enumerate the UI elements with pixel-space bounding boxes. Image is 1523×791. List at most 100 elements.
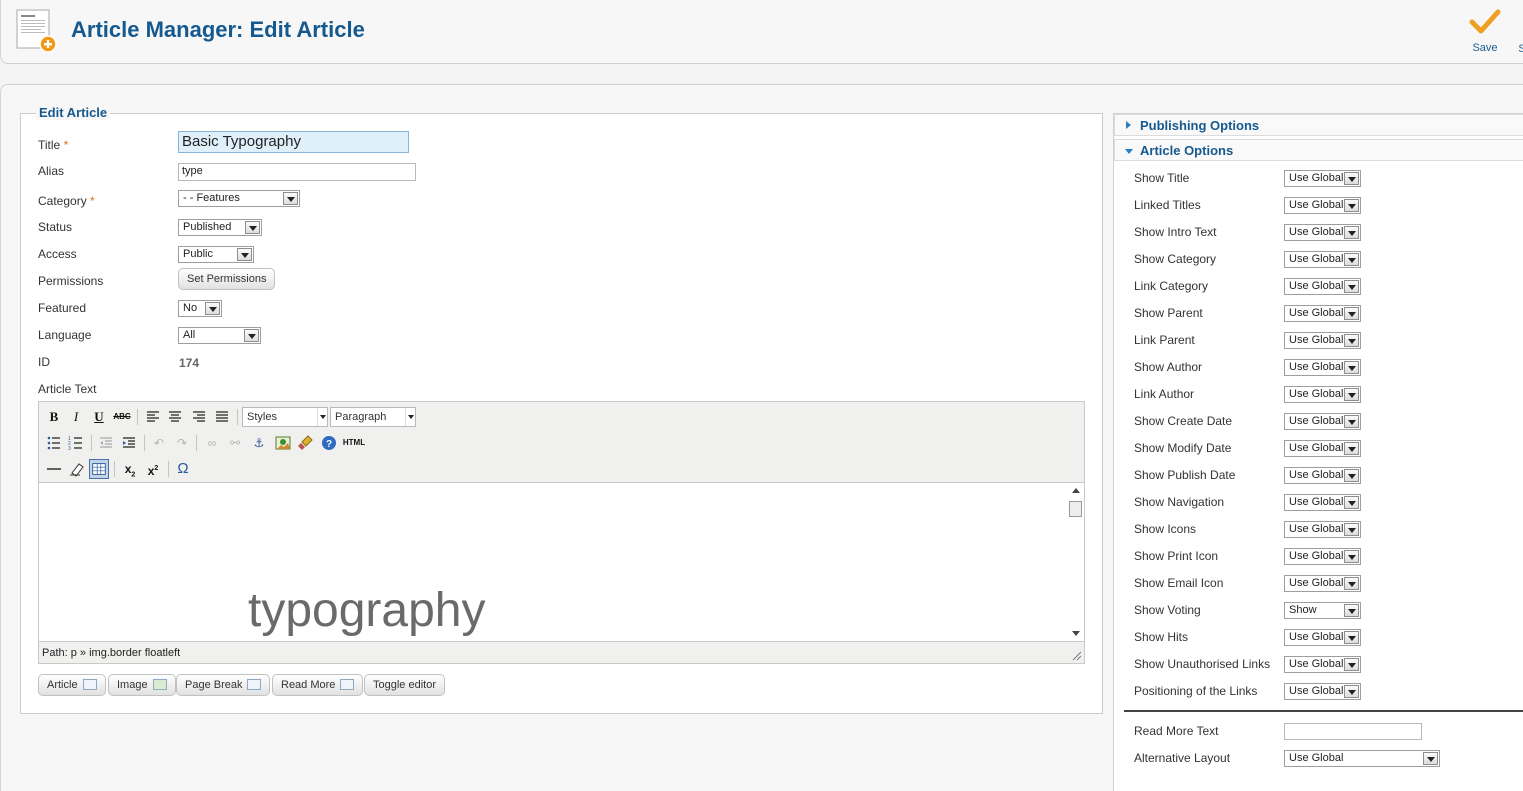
resize-handle-icon[interactable] [1072, 651, 1082, 661]
option-select[interactable]: Use Global [1284, 575, 1361, 592]
align-justify-icon[interactable] [212, 407, 232, 427]
insert-article-button[interactable]: Article [38, 674, 106, 696]
chevron-down-icon [205, 302, 220, 315]
chevron-down-icon [1344, 685, 1359, 698]
editor-content-area[interactable]: typography [39, 482, 1084, 642]
fieldset-legend: Edit Article [36, 105, 111, 120]
chevron-down-icon [1344, 226, 1359, 239]
set-permissions-button[interactable]: Set Permissions [178, 268, 275, 290]
read-more-button[interactable]: Read More [272, 674, 364, 696]
title-label: Title * [38, 138, 69, 152]
italic-button[interactable]: I [66, 407, 86, 427]
insert-image-icon[interactable] [273, 433, 293, 453]
option-label: Show Parent [1134, 306, 1203, 320]
undo-icon[interactable]: ↶ [149, 433, 169, 453]
id-value: 174 [179, 356, 200, 370]
underline-button[interactable]: U [89, 407, 109, 427]
cleanup-icon[interactable] [296, 433, 316, 453]
bold-button[interactable]: B [44, 407, 64, 427]
save-button[interactable]: Save [1467, 8, 1503, 54]
html-source-button[interactable]: HTML [342, 433, 366, 453]
anchor-icon[interactable]: ⚓ [249, 433, 269, 453]
unlink-icon[interactable]: ⚯ [225, 433, 245, 453]
help-icon[interactable]: ? [319, 433, 339, 453]
horizontal-rule-icon[interactable] [44, 459, 64, 479]
table-icon[interactable] [89, 459, 109, 479]
option-label: Show Publish Date [1134, 468, 1236, 482]
indent-icon[interactable] [119, 433, 139, 453]
option-select[interactable]: Use Global [1284, 197, 1361, 214]
option-select[interactable]: Use Global [1284, 305, 1361, 322]
option-label: Show Category [1134, 252, 1217, 266]
remove-format-icon[interactable] [66, 459, 86, 479]
special-character-icon[interactable]: Ω [173, 459, 193, 479]
scroll-thumb[interactable] [1069, 501, 1082, 517]
chevron-down-icon [1344, 253, 1359, 266]
scroll-up-icon[interactable] [1072, 488, 1080, 493]
subscript-icon[interactable]: x2 [120, 459, 140, 479]
bullet-list-icon[interactable] [44, 433, 64, 453]
insert-image-button[interactable]: Image [108, 674, 176, 696]
option-select[interactable]: Use Global [1284, 494, 1361, 511]
option-label: Link Author [1134, 387, 1195, 401]
option-select[interactable]: Use Global [1284, 413, 1361, 430]
article-options-header[interactable]: Article Options [1114, 139, 1523, 161]
align-right-icon[interactable] [189, 407, 209, 427]
option-select[interactable]: Use Global [1284, 251, 1361, 268]
superscript-icon[interactable]: x2 [143, 459, 163, 479]
option-select[interactable]: Use Global [1284, 359, 1361, 376]
status-select[interactable]: Published [178, 219, 262, 236]
option-select[interactable]: Use Global [1284, 548, 1361, 565]
link-icon[interactable]: ∞ [202, 433, 222, 453]
chevron-down-icon [1344, 172, 1359, 185]
option-select[interactable]: Use Global [1284, 224, 1361, 241]
chevron-down-icon [283, 192, 298, 205]
scroll-down-icon[interactable] [1072, 631, 1080, 636]
option-select[interactable]: Use Global [1284, 386, 1361, 403]
numbered-list-icon[interactable]: 123 [66, 433, 86, 453]
option-select[interactable]: Use Global [1284, 467, 1361, 484]
option-select[interactable]: Use Global [1284, 629, 1361, 646]
page-break-button[interactable]: Page Break [176, 674, 271, 696]
alias-input[interactable]: type [178, 163, 416, 181]
checkmark-icon [1469, 9, 1501, 34]
chevron-down-icon [1344, 658, 1359, 671]
align-center-icon[interactable] [165, 407, 185, 427]
chevron-down-icon [1344, 469, 1359, 482]
category-select[interactable]: - - Features [178, 190, 300, 207]
toolbar-separator [196, 435, 197, 451]
strikethrough-button[interactable]: ABC [112, 407, 132, 427]
option-label: Show Title [1134, 171, 1190, 185]
option-select[interactable]: Use Global [1284, 521, 1361, 538]
editor-scrollbar[interactable] [1068, 483, 1084, 641]
option-label: Show Create Date [1134, 414, 1233, 428]
format-select[interactable]: Paragraph [330, 407, 416, 427]
read-more-text-label: Read More Text [1134, 724, 1219, 738]
access-label: Access [38, 247, 77, 261]
save-close-button[interactable]: S [1517, 43, 1523, 55]
permissions-label: Permissions [38, 274, 104, 288]
option-select[interactable]: Use Global [1284, 278, 1361, 295]
access-select[interactable]: Public [178, 246, 254, 263]
styles-select[interactable]: Styles [242, 407, 328, 427]
toolbar-separator [137, 409, 138, 425]
align-left-icon[interactable] [143, 407, 163, 427]
featured-select[interactable]: No [178, 300, 222, 317]
chevron-down-icon [405, 408, 415, 426]
publishing-options-header[interactable]: Publishing Options [1114, 114, 1523, 136]
title-input[interactable]: Basic Typography [178, 131, 409, 153]
read-more-text-input[interactable] [1284, 723, 1422, 740]
editor-toolbar-row-1: B I U ABC Styles Paragraph [44, 405, 1074, 427]
alternative-layout-select[interactable]: Use Global [1284, 750, 1440, 767]
language-select[interactable]: All [178, 327, 261, 344]
toggle-editor-button[interactable]: Toggle editor [364, 674, 445, 696]
redo-icon[interactable]: ↷ [172, 433, 192, 453]
option-select[interactable]: Use Global [1284, 332, 1361, 349]
page-header: Article Manager: Edit Article Save S [0, 0, 1523, 64]
outdent-icon[interactable] [96, 433, 116, 453]
option-select[interactable]: Show [1284, 602, 1361, 619]
option-select[interactable]: Use Global [1284, 656, 1361, 673]
option-select[interactable]: Use Global [1284, 683, 1361, 700]
option-select[interactable]: Use Global [1284, 170, 1361, 187]
option-select[interactable]: Use Global [1284, 440, 1361, 457]
